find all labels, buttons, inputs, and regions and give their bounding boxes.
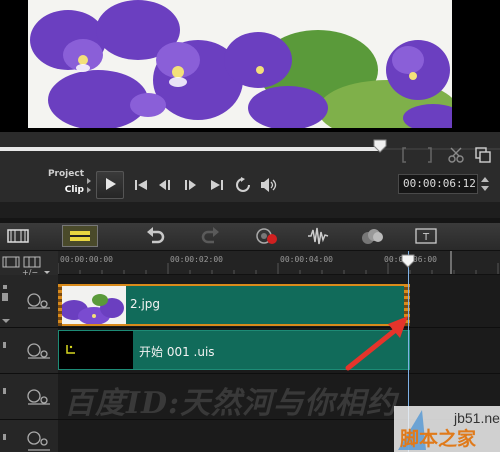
play-icon bbox=[103, 176, 117, 195]
storyboard-view-button[interactable] bbox=[0, 225, 36, 247]
go-to-start-button[interactable] bbox=[132, 176, 150, 194]
clip-thumbnail bbox=[59, 331, 133, 369]
ruler-tick-label: 00:00:00:00 bbox=[60, 255, 113, 264]
preview-frame-image bbox=[28, 0, 452, 128]
scrubber-handle[interactable] bbox=[373, 138, 387, 153]
record-capture-button[interactable] bbox=[248, 225, 284, 247]
previous-frame-icon bbox=[159, 180, 170, 190]
clip-name: 2.jpg bbox=[130, 297, 161, 311]
site-name: 脚本之家 bbox=[400, 428, 477, 450]
preview-window bbox=[0, 0, 500, 132]
scrubber-played-range bbox=[0, 147, 380, 151]
timeline-view-button[interactable] bbox=[62, 225, 98, 247]
next-frame-button[interactable] bbox=[182, 176, 200, 194]
undo-icon bbox=[147, 227, 165, 244]
undo-button[interactable] bbox=[138, 225, 174, 247]
project-mode-label[interactable]: Project bbox=[44, 169, 84, 179]
timeline-ruler[interactable]: 00:00:00:00 00:00:02:00 00:00:04:00 00:0… bbox=[58, 251, 500, 275]
next-frame-icon bbox=[185, 180, 196, 190]
go-to-end-button[interactable] bbox=[208, 176, 226, 194]
timeline-view-icon bbox=[70, 231, 90, 241]
mode-switch-arrows bbox=[87, 174, 91, 196]
track-divider bbox=[0, 373, 500, 374]
clip-trim-handle-left[interactable] bbox=[58, 284, 62, 326]
clip-mode-label[interactable]: Clip bbox=[44, 185, 84, 195]
auto-music-button[interactable] bbox=[354, 225, 390, 247]
mark-tools bbox=[400, 146, 495, 164]
go-to-end-icon bbox=[211, 180, 223, 190]
subtitle-editor-button[interactable]: T bbox=[408, 225, 444, 247]
clip-name: 开始 001 .uis bbox=[139, 345, 215, 359]
redo-button[interactable] bbox=[192, 225, 228, 247]
playhead-handle[interactable] bbox=[401, 253, 415, 268]
svg-text:T: T bbox=[422, 232, 430, 243]
track-headers bbox=[0, 275, 58, 452]
timecode-field[interactable]: 00:00:06:12 bbox=[398, 174, 478, 194]
audio-mixer-icon bbox=[308, 227, 329, 245]
annotation-arrow-icon bbox=[340, 306, 420, 376]
clip-thumbnail bbox=[60, 286, 126, 324]
play-button[interactable] bbox=[96, 171, 124, 199]
volume-icon bbox=[261, 178, 277, 192]
previous-frame-button[interactable] bbox=[156, 176, 174, 194]
track-controls-header: +/− bbox=[0, 251, 58, 277]
go-to-start-icon bbox=[135, 180, 147, 190]
record-capture-icon bbox=[256, 228, 277, 244]
track-divider bbox=[0, 327, 500, 328]
subtitle-editor-icon: T bbox=[415, 228, 437, 244]
timecode-stepper[interactable] bbox=[479, 174, 491, 194]
watermark-text: 百度ID:天然河与你相约 bbox=[64, 386, 398, 421]
redo-icon bbox=[201, 227, 219, 244]
storyboard-view-icon bbox=[7, 229, 29, 243]
audio-mixer-button[interactable] bbox=[300, 225, 336, 247]
repeat-button[interactable] bbox=[234, 176, 252, 194]
volume-button[interactable] bbox=[260, 176, 278, 194]
repeat-icon bbox=[236, 177, 250, 192]
ruler-tick-label: 00:00:02:00 bbox=[170, 255, 223, 264]
auto-music-icon bbox=[362, 229, 383, 244]
ruler-tick-label: 00:00:04:00 bbox=[280, 255, 333, 264]
svg-text:+/−: +/− bbox=[22, 268, 38, 275]
